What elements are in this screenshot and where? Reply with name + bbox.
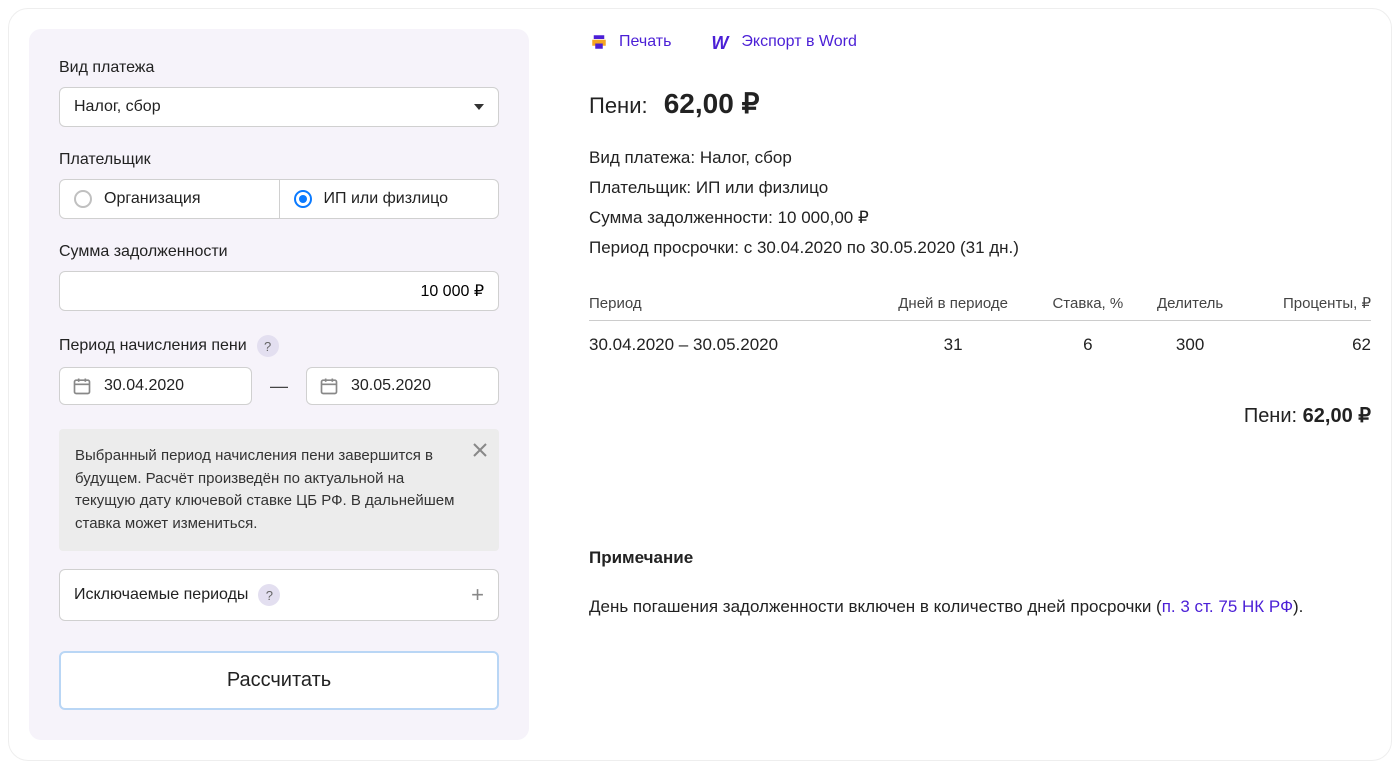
payer-field: Плательщик Организация ИП или физлицо bbox=[59, 151, 499, 219]
meta-amount: Сумма задолженности: 10 000,00 ₽ bbox=[589, 208, 1371, 228]
calculation-table: Период Дней в периоде Ставка, % Делитель… bbox=[589, 294, 1371, 355]
export-word-label: Экспорт в Word bbox=[741, 33, 856, 51]
note-text: День погашения задолженности включен в к… bbox=[589, 594, 1371, 620]
chevron-down-icon bbox=[474, 104, 484, 110]
word-icon: W bbox=[711, 33, 731, 51]
calculator-layout: Вид платежа Налог, сбор Плательщик Орган… bbox=[8, 8, 1392, 761]
table-row: 30.04.2020 – 30.05.2020 31 6 300 62 bbox=[589, 321, 1371, 356]
meta-payer: Плательщик: ИП или физлицо bbox=[589, 178, 1371, 198]
result-panel: Печать W Экспорт в Word Пени: 62,00 ₽ Ви… bbox=[589, 29, 1371, 740]
date-to-value: 30.05.2020 bbox=[351, 377, 431, 395]
close-icon[interactable] bbox=[473, 441, 487, 465]
date-to-input[interactable]: 30.05.2020 bbox=[306, 367, 499, 405]
total-label: Пени: bbox=[1244, 405, 1297, 427]
meta-period: Период просрочки: с 30.04.2020 по 30.05.… bbox=[589, 238, 1371, 258]
penalty-total-heading: Пени: 62,00 ₽ bbox=[589, 87, 1371, 120]
payer-option-ip-label: ИП или физлицо bbox=[324, 190, 449, 208]
note-text-before: День погашения задолженности включен в к… bbox=[589, 597, 1162, 616]
payer-radio-group: Организация ИП или физлицо bbox=[59, 179, 499, 219]
radio-icon bbox=[74, 190, 92, 208]
th-rate: Ставка, % bbox=[1035, 294, 1141, 321]
note-text-after: ). bbox=[1293, 597, 1303, 616]
total-amount: 62,00 ₽ bbox=[1303, 405, 1371, 427]
th-period: Период bbox=[589, 294, 871, 321]
cell-days: 31 bbox=[871, 321, 1035, 356]
print-icon bbox=[589, 33, 609, 51]
payment-type-value: Налог, сбор bbox=[74, 98, 161, 116]
period-label: Период начисления пени bbox=[59, 337, 247, 355]
payment-type-label: Вид платежа bbox=[59, 59, 499, 77]
warning-box: Выбранный период начисления пени заверши… bbox=[59, 429, 499, 551]
help-icon[interactable]: ? bbox=[257, 335, 279, 357]
payer-option-org-label: Организация bbox=[104, 190, 201, 208]
cell-period: 30.04.2020 – 30.05.2020 bbox=[589, 321, 871, 356]
th-days: Дней в периоде bbox=[871, 294, 1035, 321]
help-icon[interactable]: ? bbox=[258, 584, 280, 606]
export-word-button[interactable]: W Экспорт в Word bbox=[711, 33, 856, 51]
calculate-button[interactable]: Рассчитать bbox=[59, 651, 499, 710]
payer-option-ip[interactable]: ИП или физлицо bbox=[280, 180, 499, 218]
cell-div: 300 bbox=[1141, 321, 1240, 356]
cell-int: 62 bbox=[1240, 321, 1371, 356]
amount-input[interactable] bbox=[59, 271, 499, 311]
note-law-link[interactable]: п. 3 ст. 75 НК РФ bbox=[1162, 597, 1293, 616]
penalty-title-amount: 62,00 ₽ bbox=[664, 88, 760, 119]
amount-field: Сумма задолженности bbox=[59, 243, 499, 311]
date-from-value: 30.04.2020 bbox=[104, 377, 184, 395]
meta-payment-type: Вид платежа: Налог, сбор bbox=[589, 148, 1371, 168]
print-label: Печать bbox=[619, 33, 671, 51]
calendar-icon bbox=[72, 376, 92, 396]
exclude-periods-label: Исключаемые периоды bbox=[74, 586, 248, 604]
amount-label: Сумма задолженности bbox=[59, 243, 499, 261]
th-int: Проценты, ₽ bbox=[1240, 294, 1371, 321]
date-range-dash: — bbox=[270, 376, 288, 397]
cell-rate: 6 bbox=[1035, 321, 1141, 356]
payment-type-field: Вид платежа Налог, сбор bbox=[59, 59, 499, 127]
form-panel: Вид платежа Налог, сбор Плательщик Орган… bbox=[29, 29, 529, 740]
calendar-icon bbox=[319, 376, 339, 396]
period-field: Период начисления пени ? 30.04.2020 — 30… bbox=[59, 335, 499, 405]
print-button[interactable]: Печать bbox=[589, 33, 671, 51]
note-title: Примечание bbox=[589, 548, 1371, 568]
payer-label: Плательщик bbox=[59, 151, 499, 169]
exclude-periods-toggle[interactable]: Исключаемые периоды ? + bbox=[59, 569, 499, 621]
plus-icon: + bbox=[471, 582, 484, 608]
penalty-total-row: Пени: 62,00 ₽ bbox=[589, 403, 1371, 428]
warning-text: Выбранный период начисления пени заверши… bbox=[75, 447, 454, 532]
payment-type-select[interactable]: Налог, сбор bbox=[59, 87, 499, 127]
payer-option-org[interactable]: Организация bbox=[60, 180, 280, 218]
penalty-title-label: Пени: bbox=[589, 93, 648, 118]
th-div: Делитель bbox=[1141, 294, 1240, 321]
radio-icon bbox=[294, 190, 312, 208]
date-from-input[interactable]: 30.04.2020 bbox=[59, 367, 252, 405]
